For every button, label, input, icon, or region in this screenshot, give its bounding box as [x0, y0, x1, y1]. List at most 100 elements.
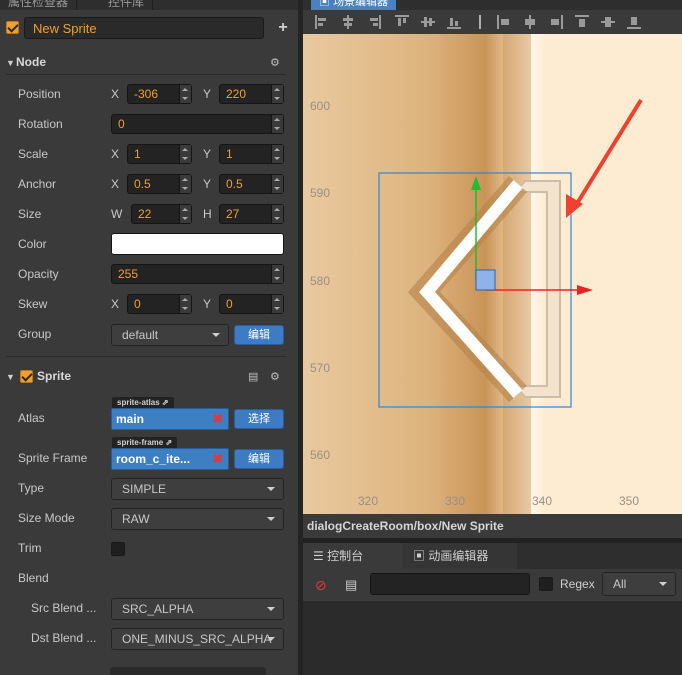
align-toolbar: [303, 10, 682, 34]
align-top-icon[interactable]: [395, 15, 409, 29]
gizmo-center-handle[interactable]: [475, 269, 496, 291]
open-log-icon[interactable]: ▤: [345, 577, 357, 593]
distribute-left-icon[interactable]: [497, 15, 511, 29]
console-search-input[interactable]: [370, 573, 530, 595]
position-y-value: 220: [226, 87, 247, 101]
align-center-v-icon[interactable]: [341, 15, 355, 29]
align-bottom-icon[interactable]: [447, 15, 461, 29]
rotation-label: Rotation: [18, 117, 63, 131]
atlas-label: Atlas: [18, 411, 45, 425]
align-right-icon[interactable]: [367, 15, 381, 29]
anchor-x-input[interactable]: 0.5: [127, 174, 192, 194]
anchor-y-value: 0.5: [226, 177, 243, 191]
blend-label: Blend: [18, 571, 49, 585]
gear-icon[interactable]: ⚙: [270, 56, 280, 69]
clear-icon[interactable]: ✖: [212, 449, 223, 469]
atlas-value: main: [116, 412, 145, 426]
console-log-area[interactable]: [303, 601, 682, 675]
scale-x-input[interactable]: 1: [127, 144, 192, 164]
tab-animation-editor[interactable]: ▣ 动画编辑器: [403, 543, 517, 569]
skew-y-input[interactable]: 0: [219, 294, 284, 314]
scene-canvas[interactable]: 600 590 580 570 560 320 330 340 350: [303, 34, 682, 514]
node-name-input[interactable]: New Sprite: [24, 17, 264, 39]
stepper-icon[interactable]: [271, 115, 283, 133]
color-swatch[interactable]: [111, 233, 284, 255]
group-dropdown[interactable]: default: [111, 324, 229, 346]
anchor-y-input[interactable]: 0.5: [219, 174, 284, 194]
node-section-header[interactable]: ▼Node: [6, 51, 286, 73]
position-y-input[interactable]: 220: [219, 84, 284, 104]
group-edit-button[interactable]: 编辑: [234, 325, 284, 345]
size-mode-dropdown[interactable]: RAW: [111, 508, 284, 530]
stepper-icon[interactable]: [271, 175, 283, 193]
console-tabbar: ☰ 控制台 ▣ 动画编辑器: [303, 543, 682, 569]
panel-wall-shadow: [503, 34, 531, 514]
gear-icon[interactable]: ⚙: [270, 370, 280, 383]
position-label: Position: [18, 87, 61, 101]
scene-view[interactable]: [303, 34, 682, 514]
scrollbar-stub[interactable]: [110, 667, 266, 675]
y-tick-label: 570: [310, 361, 331, 375]
distribute-right-icon[interactable]: [549, 15, 563, 29]
sprite-enabled-checkbox[interactable]: [20, 370, 33, 383]
opacity-input[interactable]: 255: [111, 264, 284, 284]
node-active-checkbox[interactable]: [6, 21, 19, 34]
align-center-h-icon[interactable]: [421, 15, 435, 29]
log-level-dropdown[interactable]: All: [602, 572, 676, 596]
group-value: default: [122, 328, 159, 342]
position-x-value: -306: [134, 87, 159, 101]
size-h-input[interactable]: 27: [219, 204, 284, 224]
sprite-frame-edit-button[interactable]: 编辑: [234, 449, 284, 469]
scale-x-axis: X: [111, 147, 120, 161]
regex-checkbox[interactable]: [539, 577, 553, 591]
type-dropdown[interactable]: SIMPLE: [111, 478, 284, 500]
trim-checkbox[interactable]: [111, 542, 125, 556]
color-label: Color: [18, 237, 47, 251]
skew-x-input[interactable]: 0: [127, 294, 192, 314]
stepper-icon[interactable]: [179, 175, 191, 193]
position-x-input[interactable]: -306: [127, 84, 192, 104]
tab-scene-editor[interactable]: ▣ 场景编辑器: [311, 0, 397, 10]
distribute-center-v-icon[interactable]: [523, 15, 537, 29]
atlas-asset-field[interactable]: main ✖: [111, 408, 229, 430]
book-icon[interactable]: ▤: [248, 370, 258, 383]
add-component-button[interactable]: +: [274, 17, 292, 39]
clear-icon[interactable]: ✖: [212, 409, 223, 429]
distribute-bottom-icon[interactable]: [627, 15, 641, 29]
x-tick-label: 330: [445, 494, 466, 508]
stepper-icon[interactable]: [271, 145, 283, 163]
scale-y-input[interactable]: 1: [219, 144, 284, 164]
node-section-title: Node: [16, 55, 46, 69]
dst-blend-value: ONE_MINUS_SRC_ALPHA: [122, 632, 272, 646]
stepper-icon[interactable]: [179, 145, 191, 163]
skew-y-axis: Y: [203, 297, 212, 311]
distribute-top-icon[interactable]: [575, 15, 589, 29]
stepper-icon[interactable]: [271, 85, 283, 103]
align-left-icon[interactable]: [315, 15, 329, 29]
stepper-icon[interactable]: [271, 205, 283, 223]
stepper-icon[interactable]: [271, 265, 283, 283]
size-h-value: 27: [226, 207, 240, 221]
distribute-center-h-icon[interactable]: [601, 15, 615, 29]
dst-blend-dropdown[interactable]: ONE_MINUS_SRC_ALPHA: [111, 628, 284, 650]
src-blend-dropdown[interactable]: SRC_ALPHA: [111, 598, 284, 620]
stepper-icon[interactable]: [179, 295, 191, 313]
size-mode-label: Size Mode: [18, 511, 75, 525]
position-x-axis: X: [111, 87, 120, 101]
rotation-input[interactable]: 0: [111, 114, 284, 134]
type-label: Type: [18, 481, 45, 495]
sprite-frame-asset-field[interactable]: room_c_ite... ✖: [111, 448, 229, 470]
tab-inspector[interactable]: 属性检查器: [0, 0, 78, 10]
stepper-icon[interactable]: [179, 85, 191, 103]
size-w-value: 22: [138, 207, 152, 221]
tab-widget-library[interactable]: 控件库: [100, 0, 154, 10]
sprite-section-title: Sprite: [37, 369, 72, 383]
atlas-select-button[interactable]: 选择: [234, 409, 284, 429]
size-w-input[interactable]: 22: [131, 204, 192, 224]
stepper-icon[interactable]: [271, 295, 283, 313]
clear-console-icon[interactable]: ⊘: [315, 577, 327, 594]
tab-console[interactable]: ☰ 控制台: [303, 543, 409, 569]
stepper-icon[interactable]: [179, 205, 191, 223]
divider: [6, 74, 286, 75]
console-toolbar: ⊘ ▤ Regex All: [303, 569, 682, 601]
